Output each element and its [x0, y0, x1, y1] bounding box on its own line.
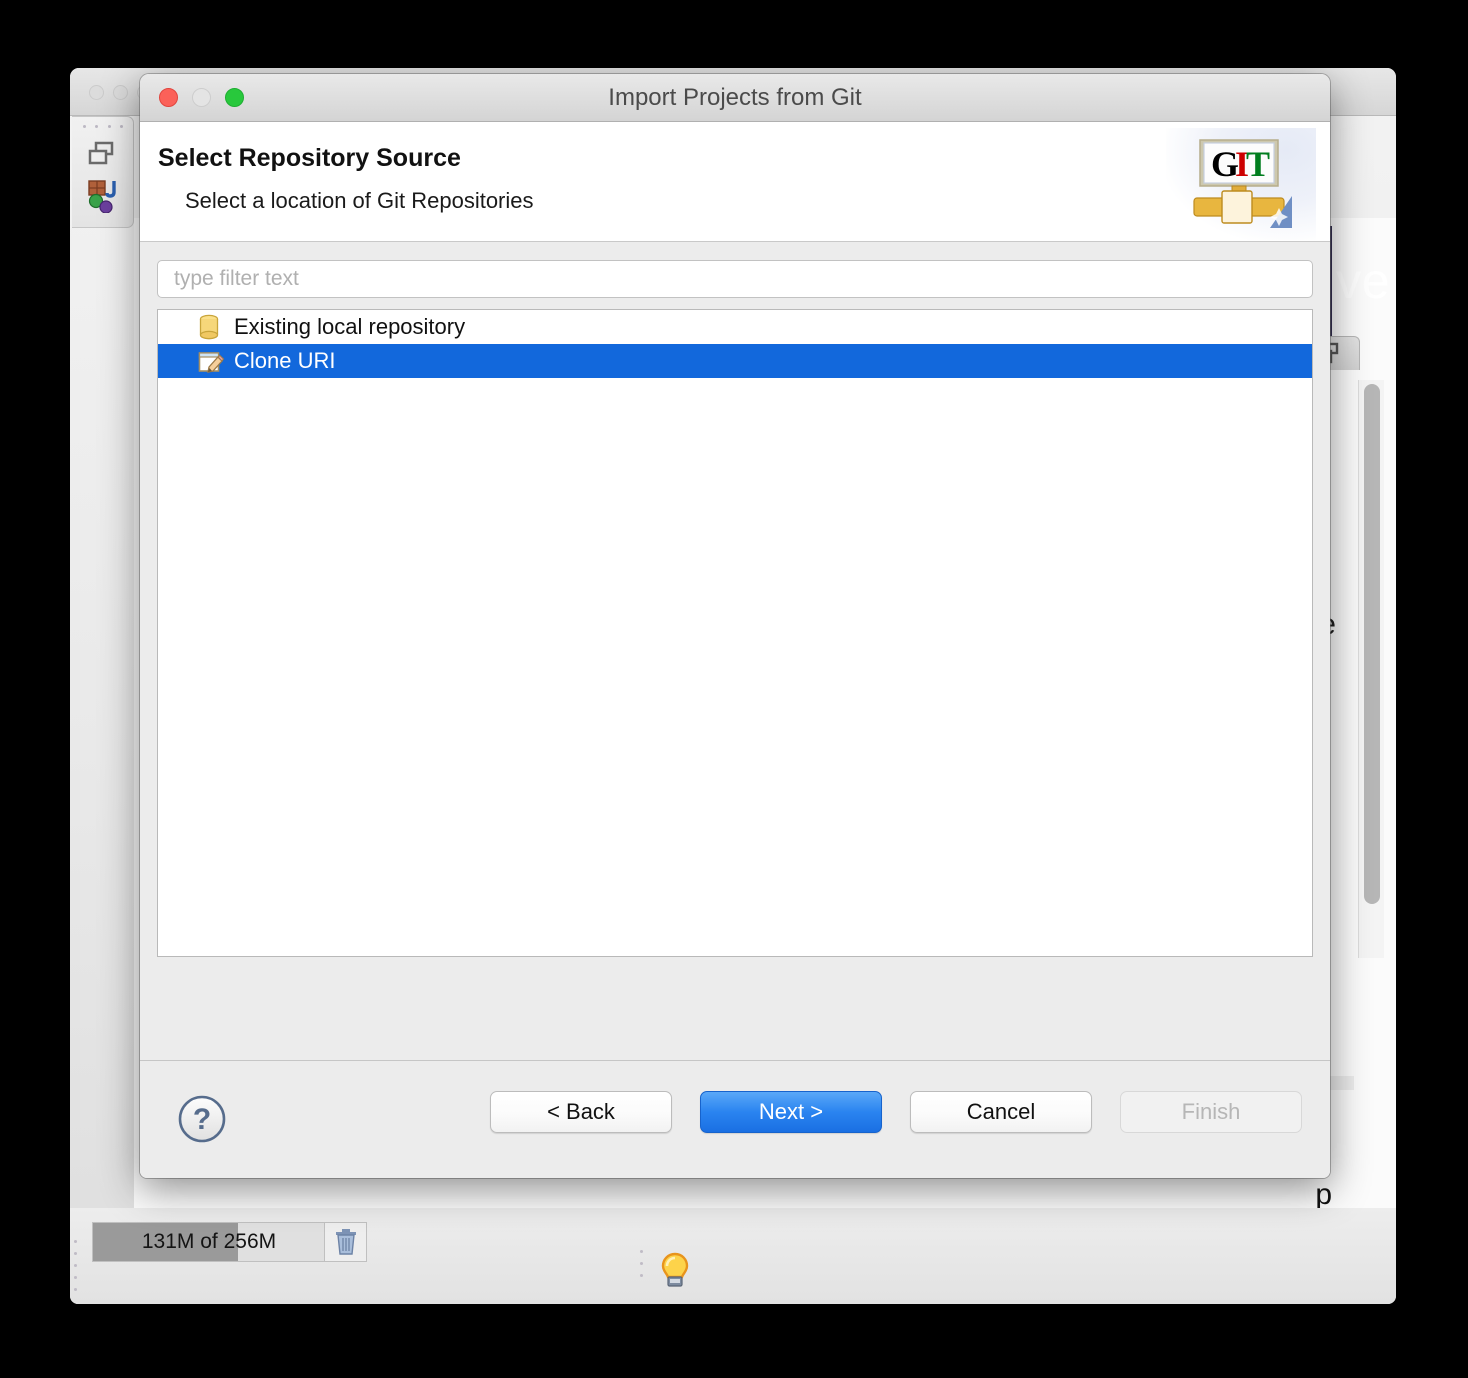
- restore-view-icon[interactable]: [88, 141, 118, 172]
- import-projects-from-git-dialog[interactable]: Import Projects from Git Select Reposito…: [140, 74, 1330, 1178]
- toolbar-drag-dots-center[interactable]: [640, 1250, 644, 1277]
- git-logo: G I T: [1166, 128, 1316, 240]
- svg-text:T: T: [1246, 144, 1270, 184]
- cancel-button[interactable]: Cancel: [910, 1091, 1092, 1133]
- filter-input[interactable]: [157, 260, 1313, 298]
- lightbulb-icon[interactable]: [660, 1252, 690, 1295]
- note-pencil-icon: [198, 348, 225, 374]
- tree-item-label: Clone URI: [234, 348, 336, 373]
- trash-icon[interactable]: [324, 1223, 366, 1261]
- dialog-body: Existing local repository Clone URI: [140, 242, 1330, 1060]
- welcome-banner-text: ve: [1336, 253, 1390, 309]
- eclipse-status-bar: 131M of 256M: [70, 1208, 1396, 1304]
- background-text-fragment-p: p: [1315, 1178, 1332, 1211]
- dialog-footer: ? < Back Next > Cancel Finish: [140, 1060, 1330, 1178]
- tree-item-clone-uri[interactable]: Clone URI: [158, 344, 1312, 378]
- eclipse-close-button[interactable]: [89, 85, 104, 100]
- next-button[interactable]: Next >: [700, 1091, 882, 1133]
- editor-vertical-scrollbar[interactable]: [1358, 380, 1384, 958]
- help-question-icon[interactable]: ?: [176, 1093, 228, 1145]
- java-perspective-icon[interactable]: [88, 179, 122, 218]
- back-button[interactable]: < Back: [490, 1091, 672, 1133]
- heap-status-label: 131M of 256M: [141, 1230, 277, 1253]
- finish-button: Finish: [1120, 1091, 1302, 1133]
- dialog-titlebar: Import Projects from Git: [140, 74, 1330, 122]
- tree-item-label: Existing local repository: [234, 314, 466, 339]
- dialog-header: Select Repository Source Select a locati…: [140, 122, 1330, 242]
- svg-text:?: ?: [193, 1103, 211, 1136]
- tree-item-existing-local-repository[interactable]: Existing local repository: [158, 310, 1312, 344]
- perspective-switcher-strip[interactable]: [72, 116, 134, 228]
- dialog-title: Import Projects from Git: [608, 84, 862, 111]
- page-title: Select Repository Source: [158, 144, 461, 172]
- scrollbar-thumb[interactable]: [1364, 384, 1380, 904]
- eclipse-minimize-button[interactable]: [113, 85, 128, 100]
- database-cylinder-icon: [198, 314, 224, 340]
- dialog-button-row: < Back Next > Cancel Finish: [490, 1091, 1302, 1133]
- heap-status-widget[interactable]: 131M of 256M: [92, 1222, 367, 1262]
- desktop-root: ve he y p 131M of 256M: [0, 0, 1468, 1378]
- page-subtitle: Select a location of Git Repositories: [185, 188, 534, 213]
- repository-source-tree[interactable]: Existing local repository Clone URI: [157, 309, 1313, 957]
- toolbar-drag-dots-left[interactable]: [74, 1240, 78, 1291]
- drag-handle-dots[interactable]: [83, 125, 123, 131]
